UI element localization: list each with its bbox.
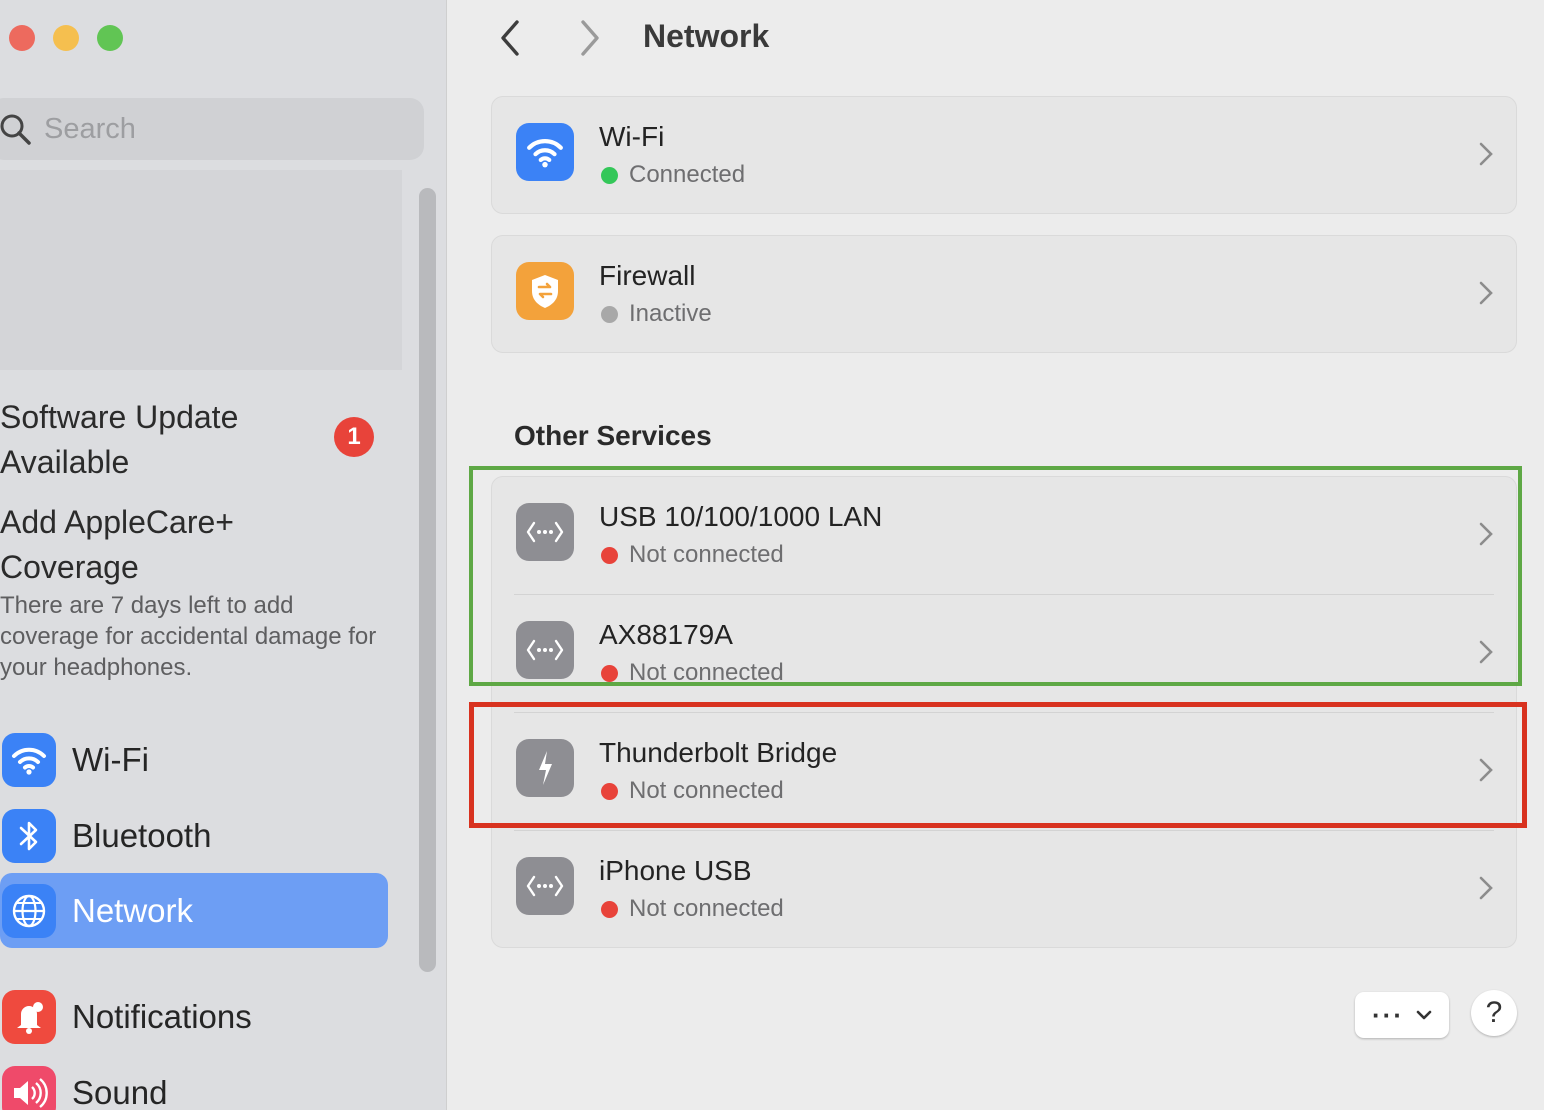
search-icon [0,114,31,145]
apple-account-area[interactable] [0,170,402,370]
firewall-icon [516,262,574,320]
red-highlight-box [469,702,1527,828]
sidebar-item-label: Network [72,891,194,929]
service-status: Not connected [629,895,784,922]
service-name: Wi-Fi [599,121,665,152]
wifi-service-card[interactable]: Wi-Fi Connected [491,96,1517,214]
firewall-card[interactable]: Firewall Inactive [491,235,1517,353]
wifi-icon [516,123,574,181]
service-status: Connected [629,161,746,188]
sidebar-item-label: Notifications [72,997,252,1035]
service-name: Firewall [599,260,696,291]
sidebar-item-label: Sound [72,1073,168,1110]
software-update-item[interactable]: Software Update Available [0,395,320,485]
forward-arrow-icon[interactable] [575,18,605,58]
back-arrow-icon[interactable] [495,18,525,58]
status-dot-red [601,901,618,918]
sidebar: Search Software Update Available 1 Add A… [0,0,447,1110]
service-row-iphone-usb[interactable]: iPhone USB Not connected [492,831,1516,949]
speaker-icon [2,1065,56,1110]
more-actions-button[interactable]: ··· [1355,992,1449,1038]
sidebar-item-bluetooth[interactable]: Bluetooth [0,798,388,873]
page-title: Network [643,18,770,54]
update-badge: 1 [334,417,374,457]
green-highlight-box [469,466,1522,686]
search-placeholder[interactable]: Search [44,113,136,146]
chevron-right-icon [1479,281,1493,305]
chevron-down-icon [1416,1010,1432,1020]
search-field[interactable]: Search [0,98,424,160]
bluetooth-icon [2,808,56,863]
sidebar-item-notifications[interactable]: Notifications [0,979,388,1054]
ellipsis-icon: ··· [1372,1000,1404,1030]
sidebar-item-label: Bluetooth [72,816,212,854]
service-status: Inactive [629,300,712,327]
status-dot-green [601,167,618,184]
sidebar-item-network[interactable]: Network [0,873,388,948]
sidebar-item-sound[interactable]: Sound [0,1055,388,1110]
main-pane: Network Wi-Fi Connected Firewall Inactiv… [447,0,1544,1110]
applecare-description: There are 7 days left to add coverage fo… [0,592,377,681]
wifi-icon [2,732,56,787]
applecare-title[interactable]: Add AppleCare+ Coverage [0,500,320,590]
other-services-heading: Other Services [514,420,712,451]
globe-icon [2,883,56,938]
zoom-window-button[interactable] [97,25,123,51]
service-row-wifi[interactable]: Wi-Fi Connected [492,97,1516,215]
service-row-firewall[interactable]: Firewall Inactive [492,236,1516,354]
status-dot-gray [601,306,618,323]
bell-icon [2,989,56,1044]
minimize-window-button[interactable] [53,25,79,51]
sidebar-scrollbar[interactable] [419,188,436,972]
close-window-button[interactable] [9,25,35,51]
chevron-right-icon [1479,876,1493,900]
sidebar-item-label: Wi-Fi [72,740,149,778]
sidebar-item-wifi[interactable]: Wi-Fi [0,722,388,797]
service-name: iPhone USB [599,855,752,886]
ethernet-icon [516,857,574,915]
chevron-right-icon [1479,142,1493,166]
help-button[interactable]: ? [1471,990,1517,1036]
